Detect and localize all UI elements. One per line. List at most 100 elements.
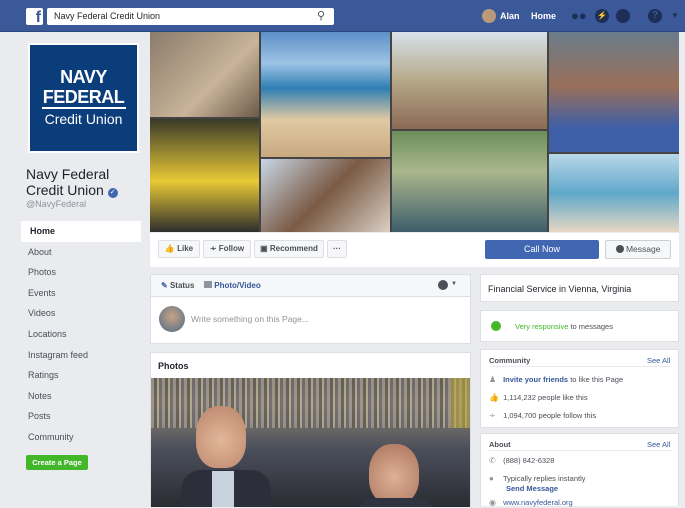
sidebar-item-locations[interactable]: Locations: [21, 324, 141, 345]
divider: [489, 366, 672, 367]
messenger-small-icon: ●: [489, 474, 494, 483]
community-title[interactable]: Community: [489, 356, 530, 366]
sidebar-item-photos[interactable]: Photos: [21, 262, 141, 283]
person-face-right: [369, 444, 419, 504]
recommend-button[interactable]: ▣ Recommend: [254, 240, 324, 258]
composer-input[interactable]: Write something on this Page...: [191, 314, 309, 324]
search-input[interactable]: Navy Federal Credit Union ⚲: [47, 8, 334, 25]
caret-down-icon[interactable]: ▼: [668, 9, 682, 23]
follow-label: Follow: [218, 244, 245, 253]
page-category[interactable]: Financial Service in Vienna, Virginia: [488, 284, 631, 294]
community-see-all-link[interactable]: See All: [647, 356, 670, 366]
help-icon[interactable]: ?: [648, 9, 662, 23]
cover-tile-dog: [150, 32, 259, 117]
call-now-button[interactable]: Call Now: [485, 240, 599, 259]
page-sidebar-menu: Home About Photos Events Videos Location…: [21, 221, 141, 448]
invite-friends-row: ♟ Invite your friends to like this Page: [489, 375, 623, 385]
website-row: ◉ www.navyfederal.org: [489, 498, 573, 508]
page-name: Navy Federal Credit Union: [26, 166, 110, 198]
globe-icon[interactable]: [616, 9, 630, 23]
photo-video-label: Photo/Video: [214, 281, 261, 290]
status-tab[interactable]: ✎ Status: [161, 281, 194, 290]
cover-photo[interactable]: [150, 32, 679, 232]
composer-tabs: [151, 275, 470, 297]
community-card: Community See All ♟ Invite your friends …: [480, 349, 679, 428]
like-label: Like: [177, 244, 194, 253]
follow-button[interactable]: ∻ Follow: [203, 240, 251, 258]
rss-icon: ∻: [489, 411, 496, 420]
cover-tile-family-sofa: [549, 32, 679, 152]
user-avatar[interactable]: [482, 9, 496, 23]
like-button[interactable]: 👍 Like: [158, 240, 200, 258]
category-card: Financial Service in Vienna, Virginia: [480, 274, 679, 302]
logo-text-navy: NAVY: [60, 67, 107, 87]
cover-tile-couple: [261, 159, 390, 232]
sidebar-item-events[interactable]: Events: [21, 283, 141, 304]
reply-time: Typically replies instantly: [502, 474, 586, 483]
photo-icon: [204, 281, 212, 288]
home-link[interactable]: Home: [531, 9, 556, 23]
search-icon[interactable]: ⚲: [317, 8, 325, 25]
responsive-rest: to messages: [568, 322, 613, 331]
facebook-logo-icon[interactable]: f: [26, 8, 43, 25]
photos-title[interactable]: Photos: [158, 361, 189, 371]
cover-tile-family-park: [392, 131, 547, 232]
search-value: Navy Federal Credit Union: [54, 11, 161, 21]
sidebar-item-about[interactable]: About: [21, 242, 141, 263]
cover-tile-military-family: [392, 32, 547, 129]
logo-text-credit-union: Credit Union: [44, 110, 123, 127]
divider: [489, 450, 672, 451]
globe-icon: ◉: [489, 498, 496, 507]
page-voice-icon[interactable]: [438, 280, 448, 290]
cover-tile-yellow-car: [150, 119, 259, 232]
invite-rest: to like this Page: [568, 375, 624, 384]
page-handle[interactable]: @NavyFederal: [26, 199, 86, 209]
recommend-label: Recommend: [269, 244, 318, 253]
responsiveness-card: Very responsive to messages: [480, 310, 679, 342]
create-page-button[interactable]: Create a Page: [26, 455, 88, 470]
thumbs-up-icon: 👍: [489, 393, 499, 402]
sidebar-item-ratings[interactable]: Ratings: [21, 365, 141, 386]
user-name-link[interactable]: Alan: [500, 9, 520, 23]
responsive-highlight: Very responsive: [515, 322, 569, 331]
likes-row: 👍 1,114,232 people like this: [489, 393, 588, 403]
page-profile-picture[interactable]: NAVY FEDERAL Credit Union: [28, 43, 139, 153]
sidebar-item-home[interactable]: Home: [21, 221, 141, 242]
reply-row: ● Typically replies instantly: [489, 474, 586, 484]
messenger-small-icon: [615, 245, 624, 253]
user-avatar: [159, 306, 185, 332]
send-message-link[interactable]: Send Message: [506, 484, 558, 494]
featured-photo[interactable]: [151, 378, 470, 507]
logo-text-federal: FEDERAL: [42, 87, 125, 107]
photo-video-tab[interactable]: Photo/Video: [204, 281, 261, 290]
page-title[interactable]: Navy Federal Credit Union ✓: [26, 166, 146, 198]
cover-tile-beach: [261, 32, 390, 157]
follows-row: ∻ 1,094,700 people follow this: [489, 411, 596, 421]
invite-friends-link[interactable]: Invite your friends: [503, 375, 568, 384]
about-card: About See All ✆ (888) 842-6328 ● Typical…: [480, 433, 679, 508]
phone-number[interactable]: (888) 842-6328: [503, 456, 554, 465]
caret-down-icon[interactable]: ▼: [451, 281, 457, 287]
page-action-bar: 👍 Like ∻ Follow ▣ Recommend ···: [150, 233, 679, 267]
sidebar-item-videos[interactable]: Videos: [21, 303, 141, 324]
messenger-icon[interactable]: ⚡: [595, 9, 609, 23]
top-navigation-bar: f Navy Federal Credit Union ⚲ Alan Home …: [0, 0, 685, 32]
verified-badge-icon: ✓: [107, 188, 118, 198]
likes-count[interactable]: 1,114,232 people like this: [503, 393, 588, 402]
goalpost: [451, 378, 470, 428]
sidebar-item-posts[interactable]: Posts: [21, 406, 141, 427]
photos-section: Photos: [150, 352, 471, 507]
message-button[interactable]: Message: [605, 240, 671, 259]
logo-divider: [41, 107, 126, 109]
about-see-all-link[interactable]: See All: [647, 440, 670, 450]
follows-count[interactable]: 1,094,700 people follow this: [503, 411, 596, 420]
person-shirt-left: [212, 471, 234, 507]
sidebar-item-instagram-feed[interactable]: Instagram feed: [21, 345, 141, 366]
about-title[interactable]: About: [489, 440, 511, 450]
sidebar-item-notes[interactable]: Notes: [21, 386, 141, 407]
responsiveness-text: Very responsive to messages: [515, 322, 613, 331]
post-composer: ✎ Status Photo/Video ▼ Write something o…: [150, 274, 471, 344]
sidebar-item-community[interactable]: Community: [21, 427, 141, 448]
friends-icon[interactable]: ●●: [571, 9, 587, 23]
more-options-button[interactable]: ···: [327, 240, 347, 258]
